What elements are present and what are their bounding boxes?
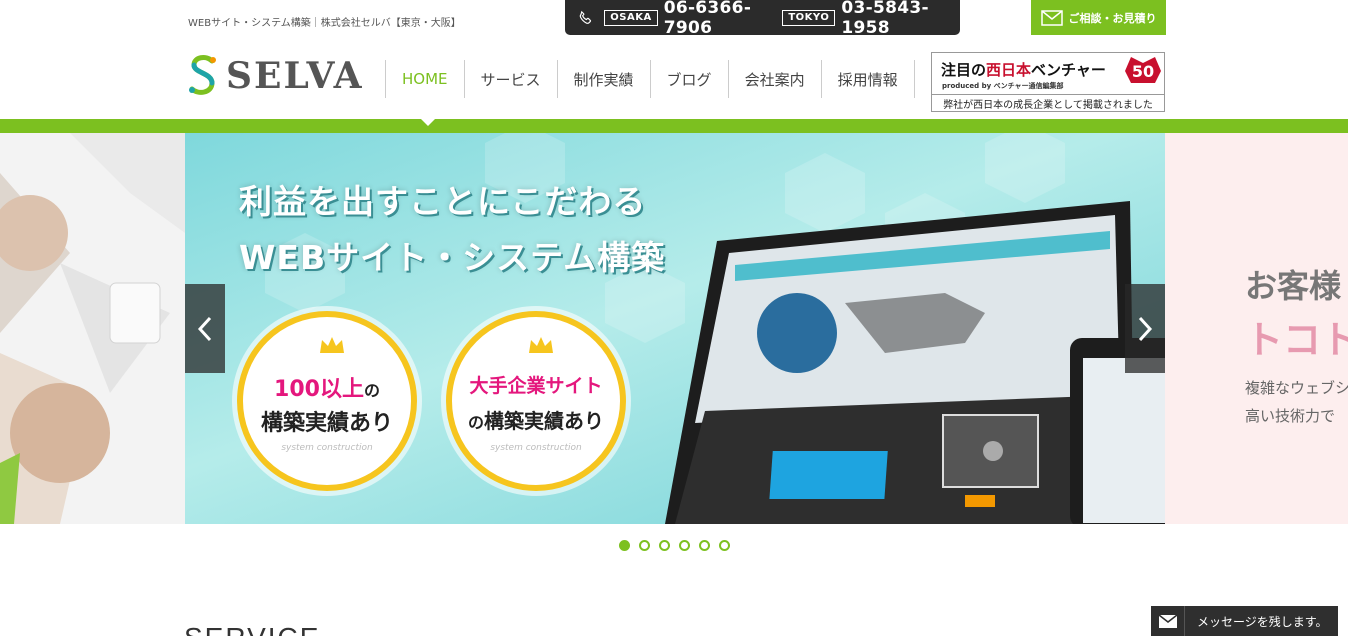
- badge-2-line-1: 大手企業サイト: [452, 371, 620, 398]
- main-slide: 利益を出すことにこだわる WEBサイト・システム構築 100以上の 構築実績あり…: [185, 133, 1165, 524]
- hero-headline-2: WEBサイト・システム構築: [239, 238, 666, 277]
- slider-prev-button[interactable]: [185, 284, 225, 373]
- phone-icon: [579, 10, 592, 24]
- badge-1-line-1: 100以上の: [243, 371, 411, 403]
- nav-blog[interactable]: ブログ: [649, 60, 728, 98]
- chevron-left-icon: [197, 316, 212, 341]
- badge-1-foot: system construction: [281, 443, 373, 453]
- crown-icon: [529, 337, 553, 353]
- next-slide-line-3: 複雑なウェブシ: [1245, 379, 1348, 397]
- chat-label: メッセージを残します。: [1197, 614, 1328, 629]
- next-slide-line-2: トコト: [1245, 318, 1348, 362]
- header-green-bar: [0, 119, 1348, 133]
- badge-1-line-2: 構築実績あり: [260, 411, 393, 436]
- badge-1-highlight: 100以上: [274, 377, 364, 402]
- consult-button[interactable]: ご相談・お見積り: [1031, 0, 1166, 35]
- phone-box: OSAKA 06-6366-7906 TOKYO 03-5843-1958: [565, 0, 960, 38]
- main-nav: HOME サービス 制作実績 ブログ 会社案内 採用情報: [385, 60, 915, 98]
- slider-dot-6[interactable]: [719, 540, 730, 551]
- osaka-badge: OSAKA: [604, 9, 658, 26]
- badge-2-highlight: 大手企業サイト: [469, 375, 603, 397]
- next-slide-line-1: お客様: [1245, 267, 1342, 305]
- next-slide-line-4: 高い技術力で: [1245, 407, 1336, 425]
- chat-widget[interactable]: メッセージを残します。: [1151, 606, 1338, 636]
- badge-2-prefix: の: [467, 413, 484, 432]
- slider-dots: [619, 540, 739, 551]
- slider-dot-4[interactable]: [679, 540, 690, 551]
- laptop-illustration: [665, 201, 1135, 524]
- badge-enterprise-sites: 大手企業サイト の構築実績あり system construction: [446, 311, 626, 491]
- logo-text: SELVA: [226, 55, 364, 97]
- service-section-title: SERVICE: [184, 622, 320, 636]
- slider-next-button[interactable]: [1125, 284, 1165, 373]
- badge-2-text: 構築実績あり: [484, 409, 604, 433]
- slider-dot-1[interactable]: [619, 540, 630, 551]
- next-slide-preview: お客様 トコト 複雑なウェブシ 高い技術力で: [1165, 133, 1348, 524]
- venture-50-badge-icon: 50: [1125, 57, 1161, 83]
- nav-works[interactable]: 制作実績: [556, 60, 650, 98]
- slider-dot-2[interactable]: [639, 540, 650, 551]
- crown-icon: [320, 337, 344, 353]
- osaka-phone[interactable]: 06-6366-7906: [664, 0, 771, 38]
- badge-2-foot: system construction: [490, 443, 582, 453]
- venture-title-red: 西日本: [986, 61, 1032, 79]
- nav-active-pointer-icon: [421, 119, 435, 126]
- mail-icon: [1040, 9, 1063, 26]
- tokyo-badge: TOKYO: [782, 9, 836, 26]
- venture-produced-by: produced by ベンチャー通信編集部: [942, 82, 1064, 90]
- slider-dot-3[interactable]: [659, 540, 670, 551]
- venture-title-suffix: ベンチャー: [1031, 61, 1106, 79]
- nav-home[interactable]: HOME: [385, 60, 464, 98]
- consult-label: ご相談・お見積り: [1068, 11, 1157, 25]
- people-collage-image: [0, 133, 185, 524]
- chevron-right-icon: [1138, 316, 1153, 341]
- nav-recruit[interactable]: 採用情報: [820, 60, 915, 98]
- venture-50-banner[interactable]: 注目の西日本ベンチャー 50 produced by ベンチャー通信編集部 弊社…: [931, 52, 1165, 112]
- chat-icon-box: [1151, 606, 1185, 636]
- hero-slider: 利益を出すことにこだわる WEBサイト・システム構築 100以上の 構築実績あり…: [0, 133, 1348, 524]
- venture-footer: 弊社が西日本の成長企業として掲載されました: [932, 94, 1164, 111]
- slider-dot-5[interactable]: [699, 540, 710, 551]
- site-tagline: WEBサイト・システム構築｜株式会社セルバ【東京・大阪】: [188, 18, 461, 29]
- venture-title-prefix: 注目の: [941, 61, 987, 79]
- nav-company[interactable]: 会社案内: [727, 60, 821, 98]
- site-logo[interactable]: SELVA: [186, 53, 364, 99]
- badge-100-projects: 100以上の 構築実績あり system construction: [237, 311, 417, 491]
- tokyo-phone[interactable]: 03-5843-1958: [841, 0, 948, 38]
- envelope-icon: [1158, 614, 1177, 628]
- badge-1-suffix: の: [363, 381, 380, 400]
- venture-title: 注目の西日本ベンチャー: [941, 59, 1106, 80]
- badge-2-line-2: の構築実績あり: [452, 405, 620, 434]
- nav-services[interactable]: サービス: [463, 60, 557, 98]
- prev-slide-preview: [0, 133, 185, 524]
- hero-headline-1: 利益を出すことにこだわる: [239, 182, 647, 221]
- venture-number: 50: [1132, 62, 1154, 81]
- selva-logo-icon: [189, 55, 216, 95]
